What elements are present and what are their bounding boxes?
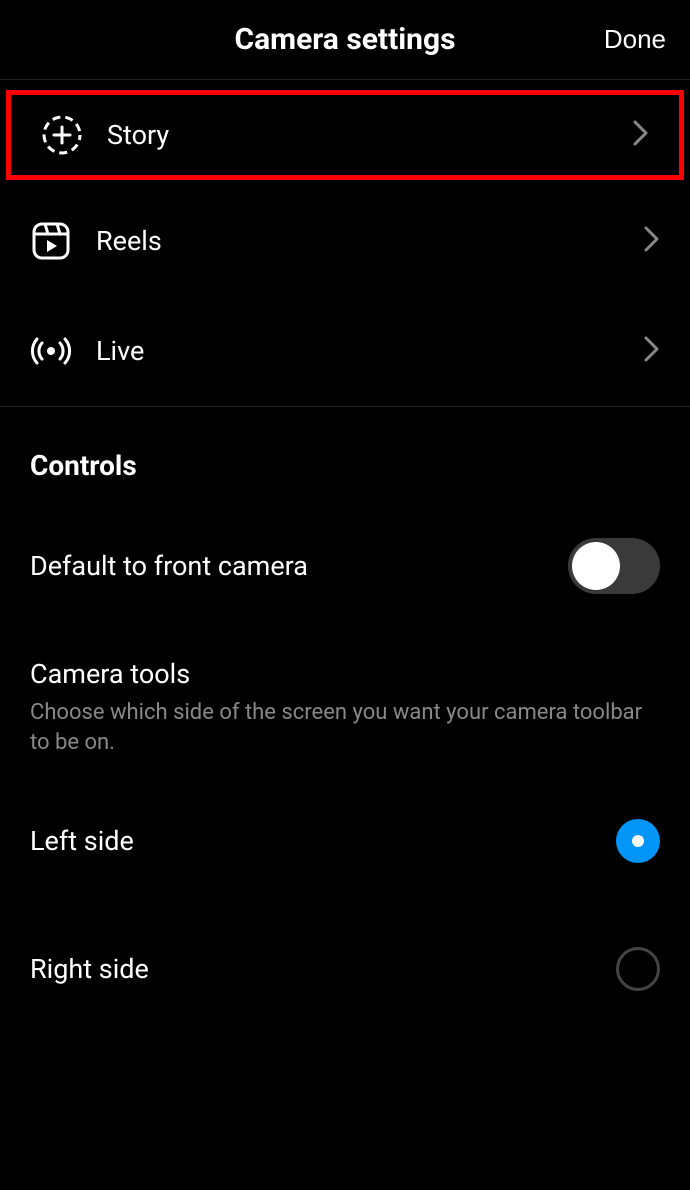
mode-item-story[interactable]: Story	[6, 90, 684, 180]
radio-dot	[632, 835, 644, 847]
controls-heading: Controls	[30, 407, 660, 496]
camera-tools-block: Camera tools Choose which side of the sc…	[30, 636, 660, 757]
live-icon	[30, 330, 72, 372]
mode-item-live[interactable]: Live	[0, 296, 690, 406]
radio-option-right[interactable]: Right side	[30, 905, 660, 1033]
chevron-right-icon	[644, 226, 660, 256]
front-camera-label: Default to front camera	[30, 550, 308, 582]
controls-section: Controls Default to front camera Camera …	[0, 407, 690, 1033]
radio-button-unselected	[616, 947, 660, 991]
mode-list: Story Reels	[0, 90, 690, 407]
camera-tools-description: Choose which side of the screen you want…	[30, 690, 660, 757]
mode-label: Live	[96, 335, 644, 367]
mode-label: Reels	[96, 225, 644, 257]
toggle-knob	[572, 542, 620, 590]
story-icon	[41, 114, 83, 156]
radio-button-selected	[616, 819, 660, 863]
radio-option-left[interactable]: Left side	[30, 757, 660, 905]
front-camera-row: Default to front camera	[30, 496, 660, 636]
mode-item-reels[interactable]: Reels	[0, 186, 690, 296]
front-camera-toggle[interactable]	[568, 538, 660, 594]
page-title: Camera settings	[234, 22, 455, 57]
chevron-right-icon	[644, 336, 660, 366]
header: Camera settings Done	[0, 0, 690, 80]
chevron-right-icon	[633, 120, 649, 150]
done-button[interactable]: Done	[604, 24, 666, 55]
radio-label: Left side	[30, 825, 134, 857]
radio-label: Right side	[30, 953, 149, 985]
camera-tools-title: Camera tools	[30, 636, 660, 690]
mode-label: Story	[107, 119, 633, 151]
reels-icon	[30, 220, 72, 262]
